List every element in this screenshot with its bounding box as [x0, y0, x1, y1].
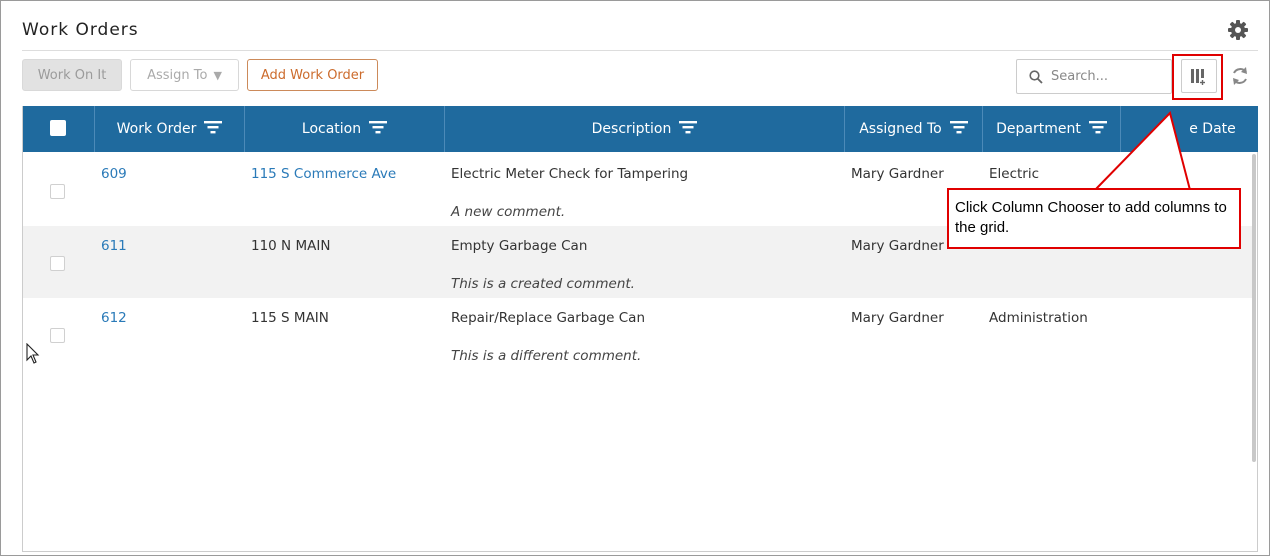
row-checkbox[interactable]	[50, 184, 65, 199]
location-link[interactable]: 115 S Commerce Ave	[251, 166, 396, 182]
row-checkbox[interactable]	[50, 328, 65, 343]
search-icon	[1029, 70, 1043, 84]
column-header-work-order[interactable]: Work Order	[95, 106, 245, 152]
work-on-it-label: Work On It	[37, 67, 107, 83]
grid-header: Work Order Location Description Assigned…	[23, 106, 1258, 152]
column-header-label: Assigned To	[859, 121, 942, 137]
callout-tooltip: Click Column Chooser to add columns to t…	[947, 188, 1241, 249]
filter-icon[interactable]	[1088, 120, 1107, 138]
comment-text: A new comment.	[451, 204, 566, 220]
work-order-link[interactable]: 609	[101, 166, 127, 182]
assigned-to-cell: Mary Gardner	[851, 238, 944, 254]
gear-icon[interactable]	[1227, 19, 1249, 41]
assigned-to-cell: Mary Gardner	[851, 166, 944, 182]
mouse-cursor-icon	[26, 342, 40, 369]
assign-to-button[interactable]: Assign To ▼	[130, 59, 239, 91]
column-header-location[interactable]: Location	[245, 106, 445, 152]
comment-text: This is a created comment.	[451, 276, 635, 292]
column-header-department[interactable]: Department	[983, 106, 1121, 152]
filter-icon[interactable]	[949, 120, 968, 138]
description-cell: Repair/Replace Garbage Can	[451, 310, 646, 326]
page-title: Work Orders	[22, 20, 139, 40]
column-header-description[interactable]: Description	[445, 106, 845, 152]
work-orders-grid: Work Order Location Description Assigned…	[22, 106, 1258, 552]
comment-text: This is a different comment.	[451, 348, 642, 364]
column-header-label: Work Order	[116, 121, 197, 137]
add-work-order-label: Add Work Order	[260, 67, 365, 83]
add-work-order-button[interactable]: Add Work Order	[247, 59, 378, 91]
department-cell: Administration	[989, 310, 1088, 326]
column-chooser-highlight	[1172, 54, 1223, 100]
column-header-label: Department	[996, 121, 1081, 137]
callout-text: Click Column Chooser to add columns to t…	[955, 199, 1227, 236]
filter-icon[interactable]	[369, 120, 388, 138]
work-order-link[interactable]: 611	[101, 238, 127, 254]
search-box[interactable]: Search...	[1016, 59, 1172, 94]
row-checkbox[interactable]	[50, 256, 65, 271]
work-on-it-button[interactable]: Work On It	[22, 59, 122, 91]
location-cell: 115 S MAIN	[251, 310, 329, 326]
column-header-label: Location	[301, 121, 362, 137]
location-cell: 110 N MAIN	[251, 238, 331, 254]
column-header-label: Description	[591, 121, 672, 137]
caret-down-icon: ▼	[213, 68, 222, 82]
description-cell: Electric Meter Check for Tampering	[451, 166, 689, 182]
header-select-all-cell	[23, 106, 95, 152]
search-input[interactable]: Search...	[1051, 69, 1108, 84]
column-header-due-date[interactable]: e Date	[1121, 106, 1258, 152]
refresh-icon[interactable]	[1227, 62, 1253, 90]
filter-icon[interactable]	[679, 120, 698, 138]
description-cell: Empty Garbage Can	[451, 238, 588, 254]
title-divider	[22, 50, 1258, 51]
assign-to-label: Assign To	[147, 67, 208, 83]
table-row[interactable]: 612 115 S MAIN Repair/Replace Garbage Ca…	[23, 298, 1256, 370]
assigned-to-cell: Mary Gardner	[851, 310, 944, 326]
column-header-label: e Date	[1189, 121, 1236, 137]
vertical-scrollbar[interactable]	[1252, 154, 1256, 462]
select-all-checkbox[interactable]	[50, 120, 66, 136]
column-header-assigned-to[interactable]: Assigned To	[845, 106, 983, 152]
work-order-link[interactable]: 612	[101, 310, 127, 326]
department-cell: Electric	[989, 166, 1040, 182]
filter-icon[interactable]	[204, 120, 223, 138]
